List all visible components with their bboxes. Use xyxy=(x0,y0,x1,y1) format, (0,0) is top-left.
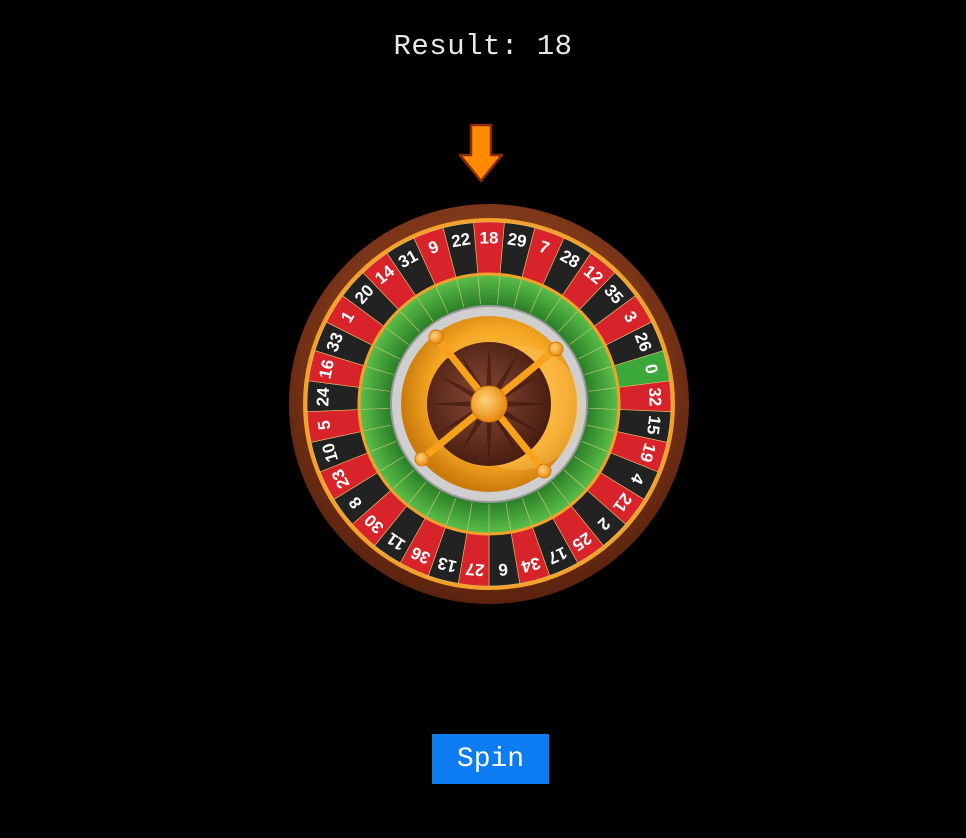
pocket-number: 6 xyxy=(498,560,509,580)
pocket-number: 15 xyxy=(643,414,664,435)
pocket-number: 29 xyxy=(506,229,528,251)
pocket-number: 16 xyxy=(315,358,338,381)
result-text: Result: 18 xyxy=(393,30,573,63)
pocket-number: 27 xyxy=(465,559,485,580)
pocket-number: 32 xyxy=(645,387,665,407)
spin-button[interactable]: Spin xyxy=(432,734,549,784)
pointer-arrow-icon xyxy=(458,123,504,183)
roulette-wheel[interactable]: 0321519421225173462713361130823105241633… xyxy=(288,203,690,605)
pocket-number: 22 xyxy=(450,229,472,251)
pocket-number: 24 xyxy=(313,387,333,407)
pocket-number: 18 xyxy=(480,228,499,247)
